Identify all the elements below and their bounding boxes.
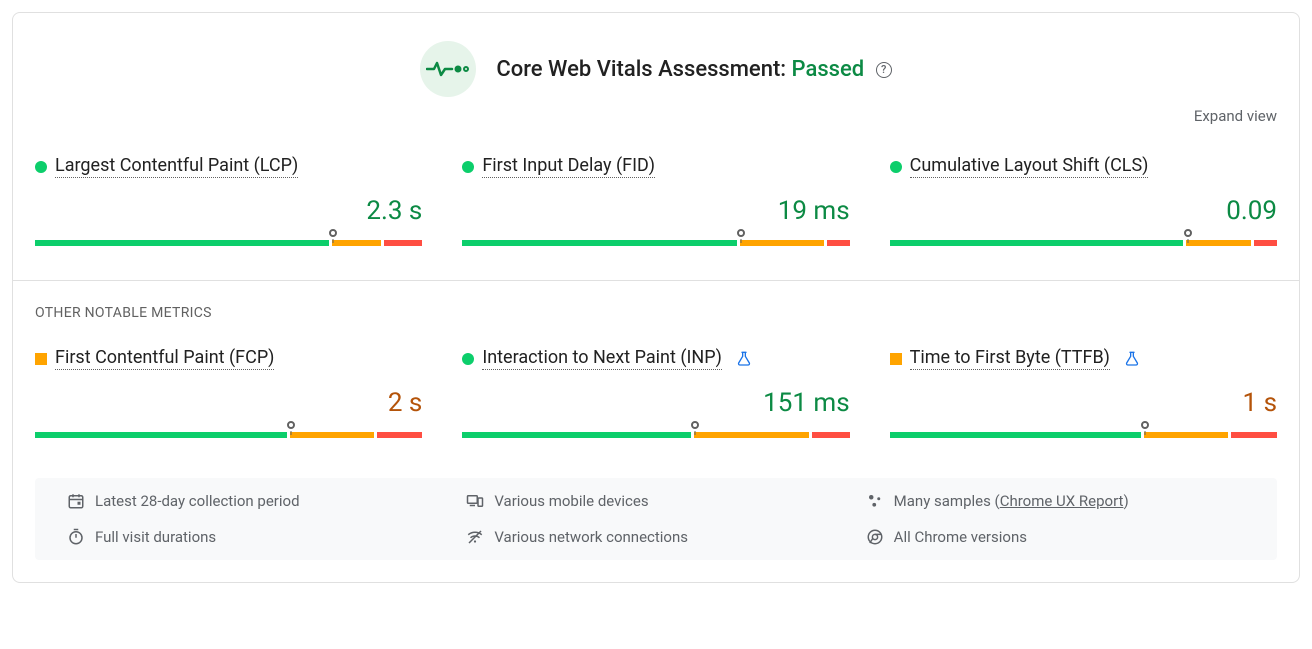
metric-header[interactable]: Largest Contentful Paint (LCP) bbox=[35, 155, 422, 178]
distribution-marker bbox=[329, 229, 337, 237]
metric-name: First Input Delay (FID) bbox=[482, 155, 655, 178]
metric-value: 1 s bbox=[890, 388, 1277, 418]
footer-item: All Chrome versions bbox=[866, 528, 1245, 546]
footer-text: Various network connections bbox=[494, 528, 688, 546]
timer-icon bbox=[67, 528, 85, 546]
metric-card: Cumulative Layout Shift (CLS) 0.09 bbox=[890, 155, 1277, 246]
metric-header[interactable]: First Input Delay (FID) bbox=[462, 155, 849, 178]
network-icon bbox=[466, 528, 484, 546]
distribution-bar bbox=[462, 424, 849, 438]
metric-name: Largest Contentful Paint (LCP) bbox=[55, 155, 298, 178]
other-metrics-row: First Contentful Paint (FCP) 2 s Interac… bbox=[35, 347, 1277, 438]
metric-card: First Contentful Paint (FCP) 2 s bbox=[35, 347, 422, 438]
metric-value: 2 s bbox=[35, 388, 422, 418]
distribution-bar bbox=[890, 232, 1277, 246]
distribution-marker bbox=[691, 421, 699, 429]
experimental-flask-icon bbox=[736, 351, 752, 367]
distribution-bar bbox=[35, 232, 422, 246]
footer-text: Many samples (Chrome UX Report) bbox=[894, 492, 1129, 510]
title-prefix: Core Web Vitals Assessment: bbox=[496, 57, 791, 82]
metric-name: Interaction to Next Paint (INP) bbox=[482, 347, 722, 370]
distribution-bar bbox=[462, 232, 849, 246]
footer-text: Latest 28-day collection period bbox=[95, 492, 300, 510]
distribution-marker bbox=[287, 421, 295, 429]
status-square bbox=[35, 353, 47, 365]
distribution-bar bbox=[890, 424, 1277, 438]
footer-link[interactable]: Chrome UX Report bbox=[1000, 492, 1124, 510]
status-dot bbox=[890, 161, 902, 173]
section-divider bbox=[13, 280, 1299, 281]
metric-card: Largest Contentful Paint (LCP) 2.3 s bbox=[35, 155, 422, 246]
metric-card: Time to First Byte (TTFB) 1 s bbox=[890, 347, 1277, 438]
status-dot bbox=[462, 161, 474, 173]
samples-icon bbox=[866, 492, 884, 510]
expand-row: Expand view bbox=[35, 107, 1277, 125]
calendar-icon bbox=[67, 492, 85, 510]
footer-text: All Chrome versions bbox=[894, 528, 1027, 546]
pulse-icon bbox=[420, 41, 476, 97]
chrome-icon bbox=[866, 528, 884, 546]
status-square bbox=[890, 353, 902, 365]
footer-item: Various mobile devices bbox=[466, 492, 845, 510]
page-title: Core Web Vitals Assessment: Passed ? bbox=[496, 57, 891, 82]
metric-name: First Contentful Paint (FCP) bbox=[55, 347, 274, 370]
footer-item: Latest 28-day collection period bbox=[67, 492, 446, 510]
footer-item: Full visit durations bbox=[67, 528, 446, 546]
footer-text: Various mobile devices bbox=[494, 492, 648, 510]
metric-header[interactable]: Cumulative Layout Shift (CLS) bbox=[890, 155, 1277, 178]
devices-icon bbox=[466, 492, 484, 510]
metric-name: Time to First Byte (TTFB) bbox=[910, 347, 1110, 370]
title-status: Passed bbox=[792, 57, 865, 82]
footer-item: Many samples (Chrome UX Report) bbox=[866, 492, 1245, 510]
metric-value: 0.09 bbox=[890, 196, 1277, 226]
distribution-bar bbox=[35, 424, 422, 438]
distribution-marker bbox=[1141, 421, 1149, 429]
header: Core Web Vitals Assessment: Passed ? bbox=[35, 41, 1277, 97]
metric-header[interactable]: First Contentful Paint (FCP) bbox=[35, 347, 422, 370]
footer: Latest 28-day collection period Various m… bbox=[35, 478, 1277, 560]
metric-name: Cumulative Layout Shift (CLS) bbox=[910, 155, 1149, 178]
metric-value: 19 ms bbox=[462, 196, 849, 226]
status-dot bbox=[462, 353, 474, 365]
distribution-marker bbox=[1184, 229, 1192, 237]
footer-item: Various network connections bbox=[466, 528, 845, 546]
metric-card: Interaction to Next Paint (INP) 151 ms bbox=[462, 347, 849, 438]
metric-value: 151 ms bbox=[462, 388, 849, 418]
status-dot bbox=[35, 161, 47, 173]
help-icon[interactable]: ? bbox=[876, 62, 892, 78]
vitals-card: Core Web Vitals Assessment: Passed ? Exp… bbox=[12, 12, 1300, 583]
metric-value: 2.3 s bbox=[35, 196, 422, 226]
experimental-flask-icon bbox=[1124, 351, 1140, 367]
metric-card: First Input Delay (FID) 19 ms bbox=[462, 155, 849, 246]
footer-text: Full visit durations bbox=[95, 528, 216, 546]
core-metrics-row: Largest Contentful Paint (LCP) 2.3 s Fir… bbox=[35, 155, 1277, 246]
metric-header[interactable]: Interaction to Next Paint (INP) bbox=[462, 347, 849, 370]
distribution-marker bbox=[737, 229, 745, 237]
other-notable-label: OTHER NOTABLE METRICS bbox=[35, 305, 1277, 321]
metric-header[interactable]: Time to First Byte (TTFB) bbox=[890, 347, 1277, 370]
expand-view-link[interactable]: Expand view bbox=[1194, 107, 1277, 125]
